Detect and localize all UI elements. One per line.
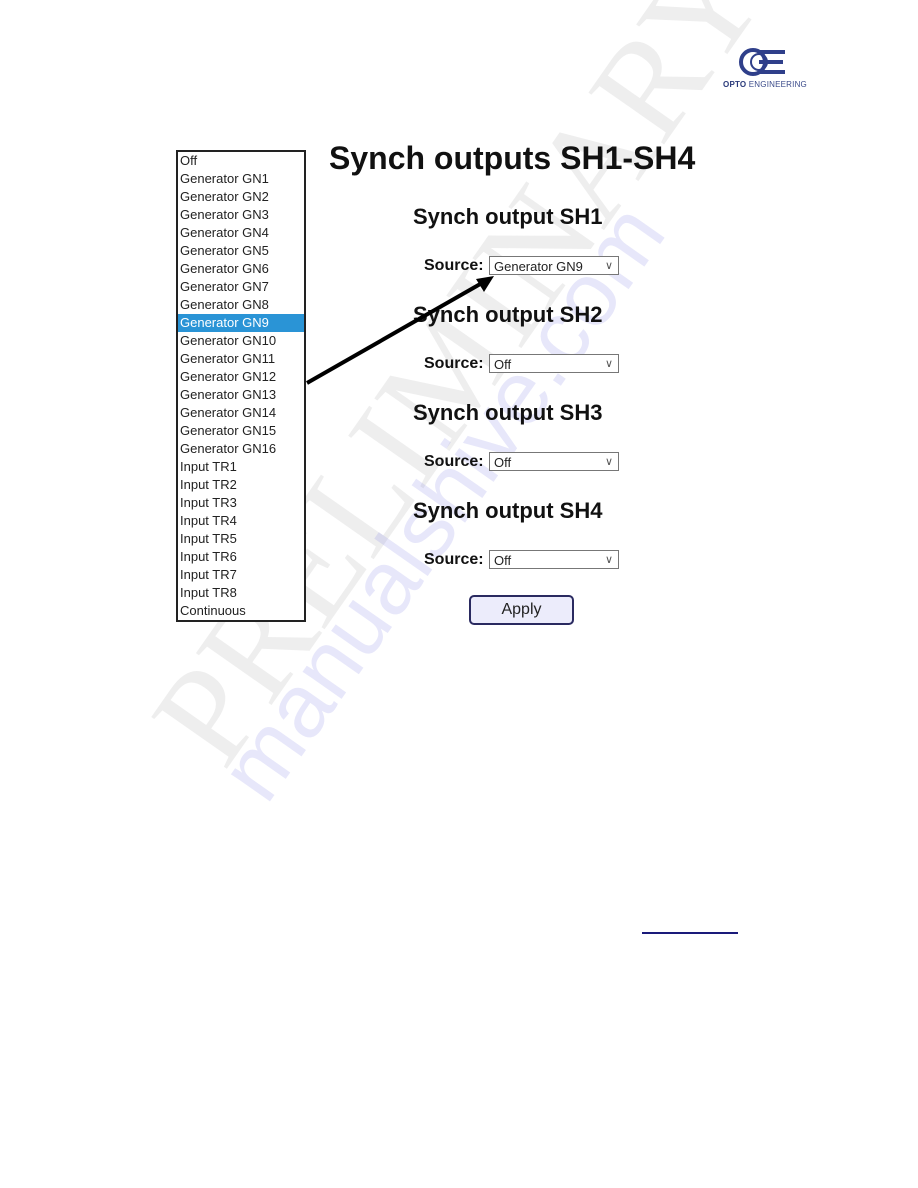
callout-arrow-icon [306,276,494,385]
listbox-option[interactable]: Input TR6 [178,548,304,566]
chevron-down-icon: ∨ [604,554,613,566]
listbox-option[interactable]: Generator GN14 [178,404,304,422]
source-label-sh1: Source: [424,257,484,274]
listbox-option[interactable]: Input TR1 [178,458,304,476]
source-select-sh4[interactable]: Off ∨ [489,550,619,569]
source-label-sh3: Source: [424,453,484,470]
chevron-down-icon: ∨ [604,260,613,272]
source-select-sh3[interactable]: Off ∨ [489,452,619,471]
source-label-sh2: Source: [424,355,484,372]
apply-button[interactable]: Apply [469,595,574,625]
listbox-option[interactable]: Generator GN10 [178,332,304,350]
source-select-value: Off [494,455,512,470]
listbox-option[interactable]: Input TR4 [178,512,304,530]
listbox-option[interactable]: Generator GN5 [178,242,304,260]
listbox-option[interactable]: Input TR3 [178,494,304,512]
listbox-option[interactable]: Continuous [178,602,304,620]
listbox-option[interactable]: Generator GN12 [178,368,304,386]
listbox-option[interactable]: Generator GN6 [178,260,304,278]
listbox-option[interactable]: Generator GN1 [178,170,304,188]
listbox-option[interactable]: Generator GN4 [178,224,304,242]
source-select-value: Off [494,553,512,568]
source-select-sh1[interactable]: Generator GN9 ∨ [489,256,619,275]
listbox-option[interactable]: Generator GN2 [178,188,304,206]
listbox-option[interactable]: Generator GN13 [178,386,304,404]
listbox-option[interactable]: Generator GN9 [178,314,304,332]
chevron-down-icon: ∨ [604,456,613,468]
section-heading-sh4: Synch output SH4 [413,498,603,523]
listbox-option[interactable]: Input TR2 [178,476,304,494]
page-title: Synch outputs SH1-SH4 [329,140,696,176]
listbox-option[interactable]: Off [178,152,304,170]
listbox-option[interactable]: Input TR5 [178,530,304,548]
listbox-option[interactable]: Generator GN8 [178,296,304,314]
section-heading-sh2: Synch output SH2 [413,302,603,327]
source-label-sh4: Source: [424,551,484,568]
listbox-option[interactable]: Generator GN11 [178,350,304,368]
source-options-listbox[interactable]: Off Generator GN1 Generator GN2 Generator G… [176,150,306,622]
listbox-option[interactable]: Generator GN3 [178,206,304,224]
listbox-option[interactable]: Generator GN7 [178,278,304,296]
listbox-option[interactable]: Input TR8 [178,584,304,602]
listbox-option[interactable]: Input TR7 [178,566,304,584]
link-underline[interactable] [642,932,738,934]
brand-name: OPTO ENGINEERING [723,80,807,89]
source-select-value: Generator GN9 [494,259,583,274]
chevron-down-icon: ∨ [604,358,613,370]
listbox-option[interactable]: Generator GN16 [178,440,304,458]
listbox-option[interactable]: Generator GN15 [178,422,304,440]
section-heading-sh1: Synch output SH1 [413,204,603,229]
section-heading-sh3: Synch output SH3 [413,400,603,425]
source-select-sh2[interactable]: Off ∨ [489,354,619,373]
source-select-value: Off [494,357,512,372]
